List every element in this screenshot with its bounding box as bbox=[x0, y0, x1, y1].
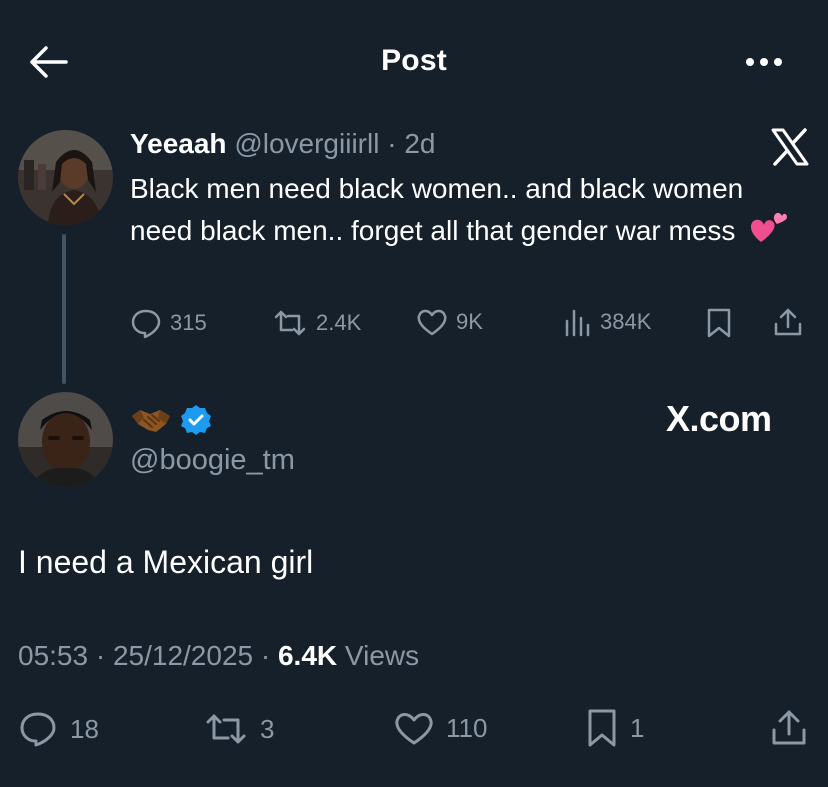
like-button[interactable]: 9K bbox=[416, 307, 483, 337]
analytics-icon bbox=[565, 309, 590, 337]
avatar[interactable] bbox=[18, 392, 113, 487]
reply-count: 315 bbox=[170, 310, 207, 335]
like-count: 110 bbox=[446, 712, 488, 743]
reply-icon bbox=[131, 309, 161, 339]
author-handle[interactable]: @lovergiiirll bbox=[234, 128, 379, 159]
views-count: 6.4K bbox=[277, 640, 338, 671]
like-button[interactable]: 110 bbox=[394, 710, 487, 746]
share-button[interactable] bbox=[772, 306, 804, 338]
share-icon bbox=[772, 710, 806, 745]
views-button[interactable]: 384K bbox=[564, 307, 651, 337]
heart-icon bbox=[395, 713, 433, 745]
repost-count: 3 bbox=[260, 713, 275, 744]
author-handle[interactable]: @boogie_tm bbox=[130, 444, 295, 477]
bookmark-icon bbox=[707, 308, 731, 338]
tweet-body: Black men need black women.. and black w… bbox=[130, 173, 744, 246]
more-options-icon[interactable] bbox=[744, 50, 784, 74]
bookmark-button[interactable]: 1 bbox=[586, 708, 644, 748]
repost-button[interactable]: 2.4K bbox=[272, 307, 361, 339]
tweet-meta: 05:53 · 25/12/2025 · 6.4K Views bbox=[18, 640, 419, 672]
quoted-tweet-text: Black men need black women.. and black w… bbox=[130, 168, 810, 252]
author-name[interactable]: Yeeaah bbox=[130, 128, 227, 159]
views-count: 384K bbox=[600, 309, 652, 334]
avatar[interactable] bbox=[18, 130, 113, 225]
repost-count: 2.4K bbox=[316, 310, 362, 335]
quoted-tweet-header: Yeeaah @lovergiiirll · 2d bbox=[130, 128, 435, 160]
two-hearts-icon bbox=[749, 210, 788, 244]
bookmark-icon bbox=[588, 709, 616, 747]
x-logo-icon bbox=[770, 127, 810, 167]
reply-button[interactable]: 315 bbox=[130, 307, 207, 339]
bookmark-count: 1 bbox=[630, 712, 645, 743]
verified-badge-icon[interactable] bbox=[180, 404, 212, 436]
reply-icon bbox=[20, 712, 56, 747]
watermark: X.com bbox=[666, 398, 772, 439]
share-button[interactable] bbox=[770, 708, 808, 748]
page-title: Post bbox=[381, 44, 447, 77]
like-count: 9K bbox=[456, 309, 483, 334]
tweet-body: I need a Mexican girl bbox=[18, 544, 314, 580]
timestamp[interactable]: 05:53 · 25/12/2025 · bbox=[18, 640, 270, 671]
handshake-icon bbox=[130, 402, 172, 438]
reply-count: 18 bbox=[70, 713, 99, 744]
bookmark-button[interactable] bbox=[706, 307, 732, 339]
thread-line bbox=[62, 234, 66, 384]
heart-icon bbox=[417, 309, 447, 336]
tweet-time: · 2d bbox=[387, 128, 436, 159]
repost-icon bbox=[274, 310, 306, 336]
share-icon bbox=[774, 308, 802, 336]
reply-button[interactable]: 18 bbox=[18, 710, 99, 748]
views-label: Views bbox=[344, 640, 420, 671]
author-name-row bbox=[130, 402, 212, 438]
repost-button[interactable]: 3 bbox=[204, 710, 274, 748]
repost-icon bbox=[206, 714, 246, 744]
